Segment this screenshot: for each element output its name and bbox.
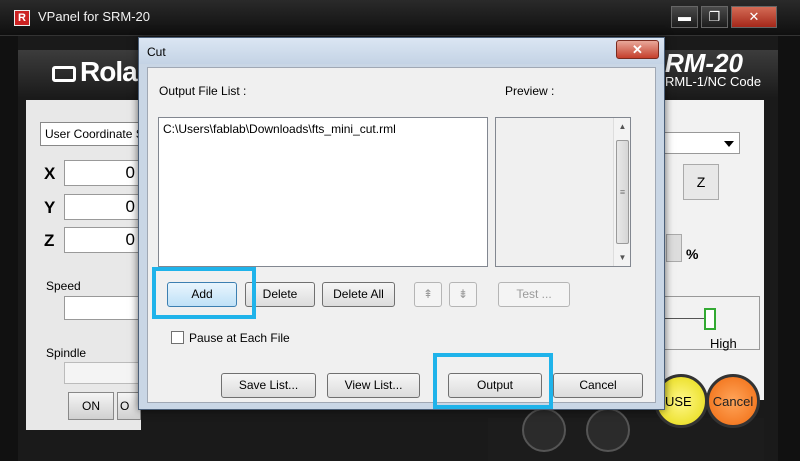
delete-all-button[interactable]: Delete All: [322, 282, 395, 307]
list-item[interactable]: C:\Users\fablab\Downloads\fts_mini_cut.r…: [163, 122, 396, 136]
logo-mark-icon: [52, 66, 76, 82]
preview-label: Preview :: [505, 84, 555, 98]
minimize-button[interactable]: ▬: [671, 6, 698, 28]
dialog-close-button[interactable]: ✕: [616, 40, 659, 59]
vpanel-titlebar: R VPanel for SRM-20 ▬ ❐ ✕: [0, 0, 800, 36]
roland-logo: Rola: [52, 56, 138, 88]
scrollbar-thumb[interactable]: ≡: [616, 140, 629, 244]
axis-z-label: Z: [44, 231, 55, 250]
view-list-button[interactable]: View List...: [327, 373, 420, 398]
step-select[interactable]: [664, 132, 740, 154]
scroll-up-icon[interactable]: ▲: [614, 118, 631, 135]
logo-text: Rola: [80, 56, 138, 87]
app-icon: R: [14, 10, 30, 26]
axis-x-value: 0: [64, 160, 140, 186]
speed-label: Speed: [46, 279, 81, 293]
axis-y-label: Y: [44, 198, 56, 217]
percent-label: %: [686, 246, 699, 262]
window-title: VPanel for SRM-20: [38, 9, 150, 24]
axis-x-label: X: [44, 164, 56, 183]
output-file-list[interactable]: C:\Users\fablab\Downloads\fts_mini_cut.r…: [158, 117, 488, 267]
test-button[interactable]: Test ...: [498, 282, 570, 307]
slider-track: [664, 318, 708, 319]
maximize-button[interactable]: ❐: [701, 6, 728, 28]
output-file-list-label: Output File List :: [159, 84, 247, 98]
move-down-button[interactable]: ⇟: [449, 282, 477, 307]
axis-z-value: 0: [64, 227, 140, 253]
pause-at-each-file-label: Pause at Each File: [189, 331, 290, 345]
close-button[interactable]: ✕: [731, 6, 777, 28]
dialog-titlebar: Cut ✕: [139, 38, 664, 64]
dialog-title: Cut: [147, 45, 166, 59]
spindle-label: Spindle: [46, 346, 87, 360]
speed-percent-spinner[interactable]: [666, 234, 682, 262]
spindle-on-button[interactable]: ON: [68, 392, 114, 420]
high-label: High: [710, 336, 737, 351]
move-up-button[interactable]: ⇞: [414, 282, 442, 307]
save-list-button[interactable]: Save List...: [221, 373, 316, 398]
z-button[interactable]: Z: [683, 164, 719, 200]
axis-y-value: 0: [64, 194, 140, 220]
model-subtitle: RML-1/NC Code: [665, 74, 762, 89]
control-knob[interactable]: [522, 408, 566, 452]
scroll-down-icon[interactable]: ▼: [614, 249, 631, 266]
slider-thumb[interactable]: [704, 308, 716, 330]
preview-scrollbar[interactable]: ▲ ≡ ▼: [613, 118, 630, 266]
coordinate-system-select[interactable]: User Coordinate S: [40, 122, 140, 146]
preview-box: ▲ ≡ ▼: [495, 117, 631, 267]
vpanel-cancel-button[interactable]: Cancel: [706, 374, 760, 428]
pause-at-each-file-checkbox[interactable]: [171, 331, 184, 344]
add-button-highlight: [152, 267, 256, 319]
output-button-highlight: [433, 353, 553, 409]
cancel-button[interactable]: Cancel: [553, 373, 643, 398]
speed-display: [64, 296, 140, 320]
spindle-display: [64, 362, 140, 384]
control-knob[interactable]: [586, 408, 630, 452]
